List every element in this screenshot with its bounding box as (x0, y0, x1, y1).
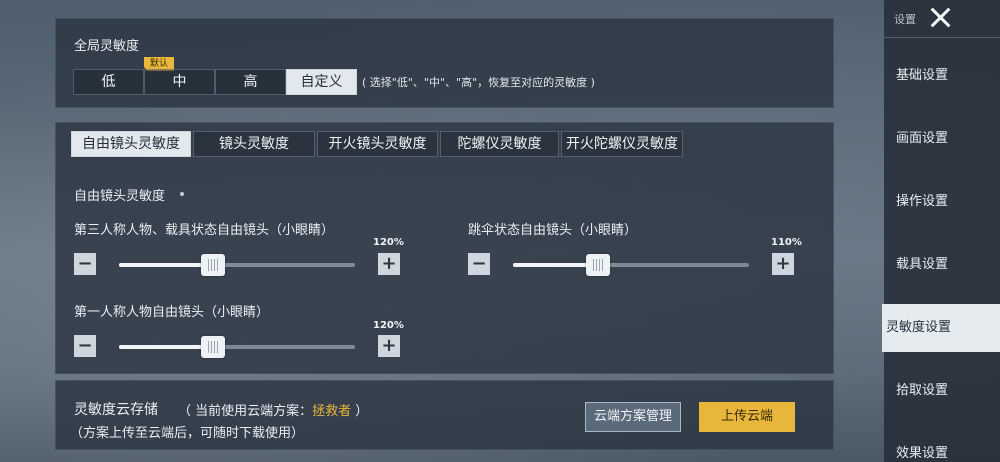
cloud-current-plan: （ 当前使用云端方案：拯救者 ） (178, 400, 368, 419)
sidebar-item-graphics[interactable]: 画面设置 (884, 115, 1000, 163)
sensitivity-panel: 自由镜头灵敏度 镜头灵敏度 开火镜头灵敏度 陀螺仪灵敏度 开火陀螺仪灵敏度 自由… (55, 122, 834, 374)
slider-first-person-minus-button[interactable]: − (74, 335, 96, 357)
level-custom-button[interactable]: 自定义 (286, 69, 357, 95)
tab-camera[interactable]: 镜头灵敏度 (193, 131, 315, 157)
slider-first-person-plus-button[interactable]: + (378, 335, 400, 357)
sidebar-item-sensitivity[interactable]: 灵敏度设置 (882, 304, 1000, 352)
slider-parachute-minus-button[interactable]: − (468, 253, 490, 275)
sidebar-item-controls[interactable]: 操作设置 (884, 178, 1000, 226)
slider-third-person-minus-button[interactable]: − (74, 253, 96, 275)
slider-third-person-plus-button[interactable]: + (378, 253, 400, 275)
slider-third-person-value: 120% (373, 237, 404, 248)
slider-third-person-track[interactable] (119, 254, 355, 276)
slider-third-person-thumb[interactable] (201, 254, 226, 276)
slider-first-person-fill (119, 345, 214, 349)
cloud-upload-button[interactable]: 上传云端 (699, 402, 795, 432)
cloud-title: 灵敏度云存储 (74, 402, 158, 418)
cloud-plan-name: 拯救者 (312, 404, 352, 419)
slider-first-person-thumb[interactable] (201, 336, 226, 358)
level-hint: ( 选择"低"、"中"、"高"，恢复至对应的灵敏度 ) (362, 76, 595, 89)
slider-third-person-label: 第三人称人物、载具状态自由镜头（小眼睛） (74, 223, 335, 238)
tab-gyroscope[interactable]: 陀螺仪灵敏度 (440, 131, 559, 157)
global-sensitivity-panel: 全局灵敏度 默认 低 中 高 自定义 ( 选择"低"、"中"、"高"，恢复至对应… (55, 18, 834, 108)
level-medium-button[interactable]: 中 (144, 69, 215, 95)
tab-fire-camera[interactable]: 开火镜头灵敏度 (317, 131, 438, 157)
cloud-current-prefix: （ 当前使用云端方案： (178, 404, 313, 419)
sidebar-item-vehicle[interactable]: 载具设置 (884, 241, 1000, 289)
tab-fire-gyroscope[interactable]: 开火陀螺仪灵敏度 (561, 131, 683, 157)
settings-sidebar: 设置 基础设置 画面设置 操作设置 载具设置 灵敏度设置 拾取设置 效果设置 (882, 0, 1000, 462)
level-low-button[interactable]: 低 (73, 69, 144, 95)
tab-free-camera[interactable]: 自由镜头灵敏度 (71, 131, 191, 157)
slider-first-person-label: 第一人称人物自由镜头（小眼睛） (74, 305, 270, 320)
sidebar-item-effects[interactable]: 效果设置 (884, 430, 1000, 462)
cloud-current-suffix: ） (351, 404, 369, 419)
level-high-button[interactable]: 高 (215, 69, 286, 95)
sidebar-header: 设置 (884, 0, 1000, 38)
cloud-storage-panel: 灵敏度云存储 （ 当前使用云端方案：拯救者 ） （方案上传至云端后，可随时下载使… (55, 380, 834, 450)
section-dot-icon (180, 192, 184, 196)
section-title: 自由镜头灵敏度 (74, 189, 166, 204)
cloud-description: （方案上传至云端后，可随时下载使用） (70, 426, 305, 441)
cloud-manage-button[interactable]: 云端方案管理 (585, 402, 681, 432)
slider-parachute-label: 跳伞状态自由镜头（小眼睛） (468, 223, 638, 238)
slider-parachute-thumb[interactable] (585, 254, 610, 276)
close-icon[interactable] (929, 6, 951, 28)
global-sensitivity-title: 全局灵敏度 (74, 39, 140, 54)
sidebar-item-basic[interactable]: 基础设置 (884, 52, 1000, 100)
slider-parachute-plus-button[interactable]: + (772, 253, 794, 275)
slider-parachute-value: 110% (771, 237, 802, 248)
sidebar-title: 设置 (894, 13, 916, 26)
slider-parachute-track[interactable] (513, 254, 749, 276)
slider-first-person-track[interactable] (119, 336, 355, 358)
sidebar-item-pickup[interactable]: 拾取设置 (884, 367, 1000, 415)
slider-first-person-value: 120% (373, 320, 404, 331)
slider-third-person-fill (119, 263, 214, 267)
